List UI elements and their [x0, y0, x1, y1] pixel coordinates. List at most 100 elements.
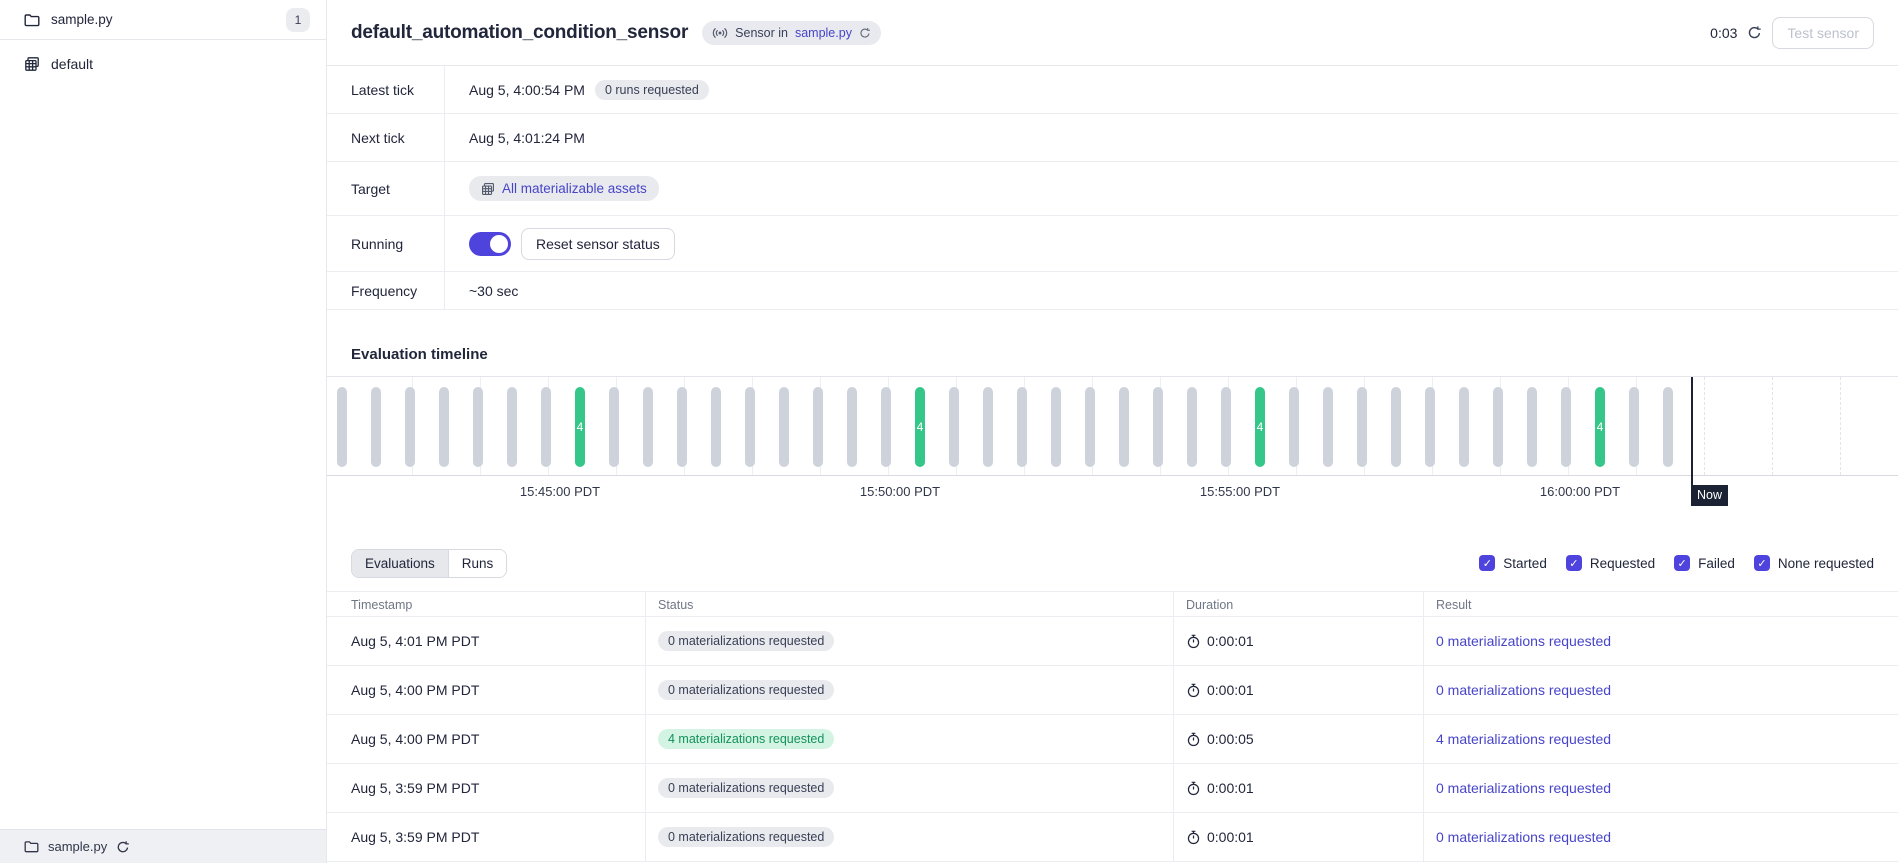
- stopwatch-icon: [1186, 634, 1201, 649]
- refresh-icon[interactable]: [1747, 25, 1762, 40]
- timeline-bar[interactable]: [677, 387, 687, 467]
- timeline-bar[interactable]: [1017, 387, 1027, 467]
- result-link[interactable]: 0 materializations requested: [1436, 633, 1611, 649]
- timeline-bar[interactable]: [1493, 387, 1503, 467]
- timeline-bar[interactable]: [507, 387, 517, 467]
- checkbox-icon[interactable]: ✓: [1754, 555, 1770, 571]
- target-assets-link[interactable]: All materializable assets: [502, 181, 647, 196]
- timeline-bar[interactable]: [1663, 387, 1673, 467]
- timeline-bar-requested[interactable]: 4: [575, 387, 585, 467]
- duration-cell: 0:00:05: [1173, 715, 1423, 763]
- status-cell: 0 materializations requested: [645, 813, 1173, 861]
- duration-cell: 0:00:01: [1173, 666, 1423, 714]
- table-row: Aug 5, 4:01 PM PDT 0 materializations req…: [327, 617, 1898, 666]
- timeline-bar[interactable]: [949, 387, 959, 467]
- timeline-bar[interactable]: [1153, 387, 1163, 467]
- timeline-bar[interactable]: [405, 387, 415, 467]
- timeline-bar[interactable]: [881, 387, 891, 467]
- timeline-bar[interactable]: [371, 387, 381, 467]
- result-cell: 4 materializations requested: [1423, 715, 1898, 763]
- status-cell: 0 materializations requested: [645, 764, 1173, 812]
- sidebar: sample.py 1 default sample.py: [0, 0, 327, 863]
- result-cell: 0 materializations requested: [1423, 666, 1898, 714]
- sensor-badge-text: Sensor in: [735, 26, 788, 40]
- target-assets-chip[interactable]: All materializable assets: [469, 176, 659, 201]
- timeline-bar[interactable]: [609, 387, 619, 467]
- result-cell: 0 materializations requested: [1423, 764, 1898, 812]
- timeline-bar[interactable]: [847, 387, 857, 467]
- status-cell: 0 materializations requested: [645, 666, 1173, 714]
- timeline-chart: 4444Now: [327, 376, 1898, 476]
- timeline-bar[interactable]: [1289, 387, 1299, 467]
- timeline-bar[interactable]: [1357, 387, 1367, 467]
- checkbox-icon[interactable]: ✓: [1566, 555, 1582, 571]
- timeline-bar-requested[interactable]: 4: [1595, 387, 1605, 467]
- filter-checkbox-failed[interactable]: ✓ Failed: [1674, 555, 1735, 571]
- reset-sensor-status-button[interactable]: Reset sensor status: [521, 228, 675, 260]
- next-tick-label: Next tick: [327, 114, 445, 161]
- main-panel: default_automation_condition_sensor Sens…: [327, 0, 1898, 863]
- timestamp-cell: Aug 5, 4:01 PM PDT: [327, 617, 645, 665]
- result-link[interactable]: 4 materializations requested: [1436, 731, 1611, 747]
- checkbox-icon[interactable]: ✓: [1479, 555, 1495, 571]
- checkbox-icon[interactable]: ✓: [1674, 555, 1690, 571]
- tab-evaluations[interactable]: Evaluations: [352, 550, 448, 577]
- timeline-bar[interactable]: [1425, 387, 1435, 467]
- sensor-badge-file-link[interactable]: sample.py: [795, 26, 852, 40]
- refresh-icon[interactable]: [859, 27, 871, 39]
- duration-value: 0:00:01: [1207, 633, 1254, 649]
- timeline-bar[interactable]: [439, 387, 449, 467]
- filter-label: Failed: [1698, 556, 1735, 571]
- status-cell: 4 materializations requested: [645, 715, 1173, 763]
- latest-tick-row: Latest tick Aug 5, 4:00:54 PM 0 runs req…: [327, 66, 1898, 114]
- sidebar-item-default-repo[interactable]: default: [0, 46, 326, 82]
- reload-icon[interactable]: [116, 840, 130, 854]
- timeline-bar[interactable]: [1119, 387, 1129, 467]
- timeline-bar[interactable]: [643, 387, 653, 467]
- sidebar-item-sample-py[interactable]: sample.py 1: [0, 0, 326, 40]
- status-badge: 0 materializations requested: [658, 631, 834, 651]
- timeline-bar[interactable]: [1051, 387, 1061, 467]
- result-link[interactable]: 0 materializations requested: [1436, 829, 1611, 845]
- filter-checkbox-requested[interactable]: ✓Requested: [1566, 555, 1655, 571]
- timeline-bar[interactable]: [1323, 387, 1333, 467]
- timeline-bar[interactable]: [711, 387, 721, 467]
- filter-checkbox-none-requested[interactable]: ✓None requested: [1754, 555, 1874, 571]
- duration-value: 0:00:01: [1207, 829, 1254, 845]
- timeline-bar[interactable]: [1561, 387, 1571, 467]
- folder-icon: [24, 13, 40, 27]
- result-link[interactable]: 0 materializations requested: [1436, 780, 1611, 796]
- timeline-bar[interactable]: [473, 387, 483, 467]
- target-row: Target All materializable assets: [327, 162, 1898, 216]
- status-badge: 0 materializations requested: [658, 778, 834, 798]
- timeline-bar[interactable]: [1527, 387, 1537, 467]
- timeline-bar[interactable]: [983, 387, 993, 467]
- table-row: Aug 5, 3:59 PM PDT0 materializations req…: [327, 813, 1898, 862]
- timestamp-cell: Aug 5, 4:00 PM PDT: [327, 666, 645, 714]
- test-sensor-button[interactable]: Test sensor: [1772, 17, 1874, 49]
- running-toggle[interactable]: [469, 232, 511, 256]
- timeline-bar[interactable]: [1187, 387, 1197, 467]
- running-row: Running Reset sensor status: [327, 216, 1898, 272]
- timeline-bar[interactable]: [1085, 387, 1095, 467]
- col-status: Status: [645, 592, 1173, 617]
- timeline-bar[interactable]: [541, 387, 551, 467]
- timeline-gridline: [1772, 377, 1773, 475]
- result-link[interactable]: 0 materializations requested: [1436, 682, 1611, 698]
- col-timestamp: Timestamp: [327, 592, 645, 617]
- timeline-bar[interactable]: [1459, 387, 1469, 467]
- tab-runs[interactable]: Runs: [448, 550, 507, 577]
- duration-value: 0:00:01: [1207, 780, 1254, 796]
- filter-checkbox-started[interactable]: ✓Started: [1479, 555, 1547, 571]
- timeline-bar[interactable]: [779, 387, 789, 467]
- stopwatch-icon: [1186, 683, 1201, 698]
- timeline-bar[interactable]: [813, 387, 823, 467]
- timeline-bar-requested[interactable]: 4: [915, 387, 925, 467]
- view-tabs: Evaluations Runs: [351, 549, 507, 578]
- timeline-bar[interactable]: [1221, 387, 1231, 467]
- timeline-bar[interactable]: [337, 387, 347, 467]
- timeline-bar[interactable]: [1629, 387, 1639, 467]
- timeline-bar-requested[interactable]: 4: [1255, 387, 1265, 467]
- timeline-bar[interactable]: [1391, 387, 1401, 467]
- timeline-bar[interactable]: [745, 387, 755, 467]
